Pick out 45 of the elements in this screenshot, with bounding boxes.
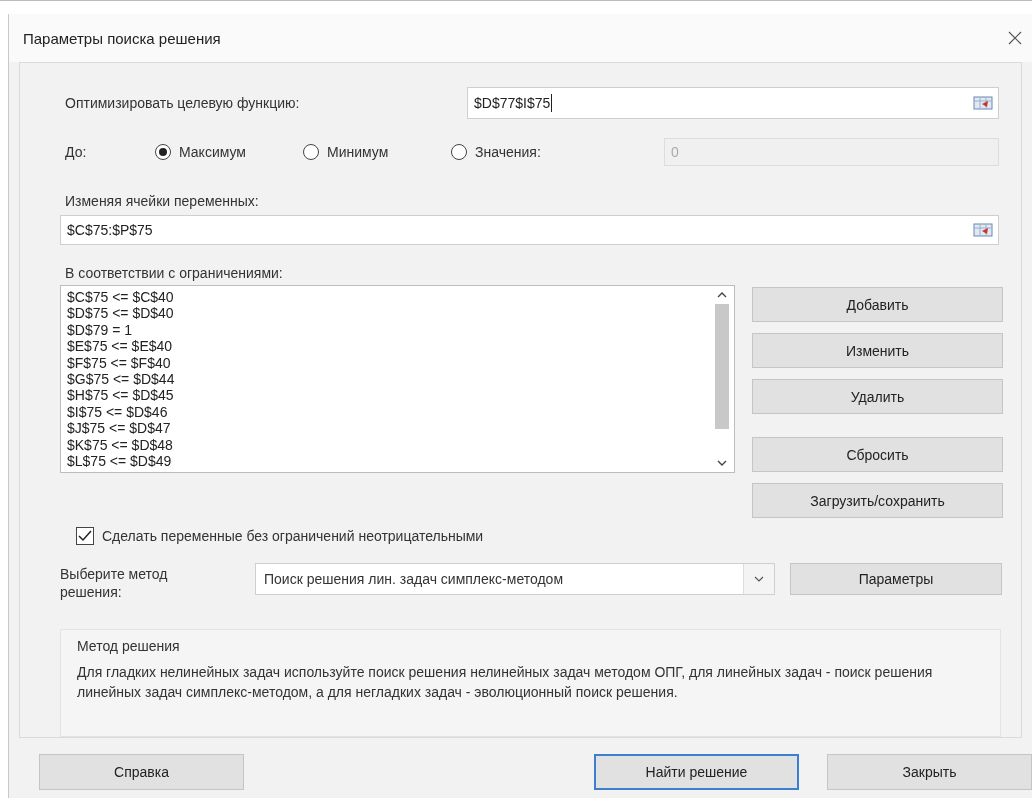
checkbox[interactable] [76,527,94,545]
method-dropdown[interactable]: Поиск решения лин. задач симплекс-методом [255,563,775,595]
constraint-item[interactable]: $I$75 <= $D$46 [67,403,704,421]
dialog-button[interactable]: Добавить [752,287,1003,322]
radio-circle[interactable] [155,144,171,160]
dialog-button[interactable]: Справка [39,754,244,790]
objective-field[interactable]: $D$77$I$75 [467,87,999,119]
sheet-arrow-icon [973,95,993,111]
constraint-item[interactable]: $K$75 <= $D$48 [67,436,704,454]
constraint-item[interactable]: $H$75 <= $D$45 [67,387,704,404]
constraint-item[interactable]: $C$75 <= $C$40 [67,289,704,306]
radio-circle[interactable] [303,144,319,160]
description-text: Для гладких нелинейных задач используйте поиск решения нелинейных задач методом ОПГ, для линейных задач - поиск решения линейных задач симплекс-методом, а для негладких задач - эволюционный поиск решения. [77,663,934,702]
constraint-item[interactable]: $D$75 <= $D$40 [67,305,704,322]
window-title: Параметры поиска решения [23,29,221,47]
dialog-button[interactable]: Загрузить/сохранить [752,483,1003,518]
variables-field[interactable]: $C$75:$P$75 [60,215,999,245]
constraint-item[interactable]: $J$75 <= $D$47 [67,420,704,437]
radio-option[interactable]: Значения: [451,144,599,160]
dialog-button[interactable]: Найти решение [594,754,799,790]
dialog-button[interactable]: Удалить [752,379,1003,414]
constraint-item[interactable]: $L$75 <= $D$49 [67,453,704,470]
radio-option[interactable]: Максимум [155,144,303,160]
checkbox-label[interactable]: Сделать переменные без ограничений неотрицательными [102,528,484,544]
constraint-item[interactable]: $D$79 = 1 [67,321,704,339]
close-icon[interactable] [1008,31,1022,45]
sheet-arrow-icon [973,222,993,238]
dialog-button[interactable]: Закрыть [827,754,1032,790]
chevron-up-icon[interactable] [717,292,727,298]
radio-option[interactable]: Минимум [303,144,451,160]
constraint-item[interactable]: $G$75 <= $D$44 [67,371,704,388]
description-title: Метод решения [77,638,181,654]
dialog-button[interactable]: Сбросить [752,437,1003,472]
chevron-down-icon[interactable] [717,460,727,466]
field-label: Изменяя ячейки переменных: [64,193,260,209]
field-label: До: [64,144,88,160]
radio-circle[interactable] [451,144,467,160]
field-label: В соответствии с ограничениями: [64,265,284,281]
constraint-item[interactable]: $E$75 <= $E$40 [67,338,704,355]
field-label: Выберите метод решения: [60,565,169,601]
field-label: Оптимизировать целевую функцию: [64,95,301,111]
dialog-button[interactable]: Изменить [752,333,1003,368]
constraint-item[interactable]: $F$75 <= $F$40 [67,354,704,372]
options-button[interactable]: Параметры [790,563,1002,595]
chevron-down-icon [754,576,764,582]
